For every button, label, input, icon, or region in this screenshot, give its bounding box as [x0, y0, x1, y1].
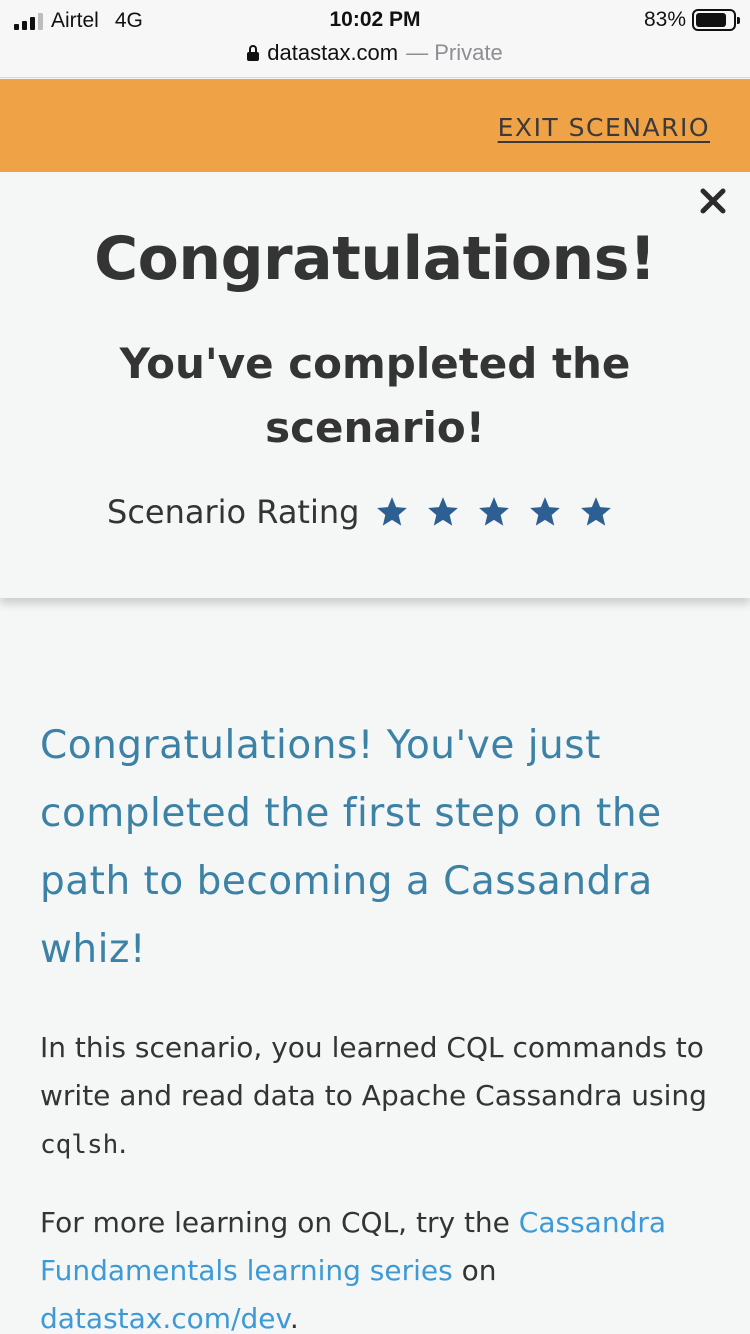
- more-learning-end: .: [289, 1302, 299, 1334]
- status-right: 83%: [643, 8, 740, 32]
- star-icon-2[interactable]: [426, 495, 460, 529]
- star-icon-3[interactable]: [477, 495, 511, 529]
- scenario-content: Congratulations! You've just completed t…: [40, 712, 710, 1334]
- modal-title: Congratulations!: [94, 224, 656, 294]
- summary-text: In this scenario, you learned CQL comman…: [40, 1031, 707, 1112]
- clock: 10:02 PM: [329, 8, 421, 31]
- datastax-dev-link[interactable]: datastax.com/dev: [40, 1302, 290, 1334]
- star-icon-1[interactable]: [375, 495, 409, 529]
- close-icon[interactable]: [696, 184, 730, 218]
- address-bar[interactable]: datastax.com — Private: [0, 40, 750, 66]
- battery-fill: [696, 13, 726, 27]
- battery-percent: 83%: [643, 8, 686, 31]
- scenario-header: EXIT SCENARIO: [0, 79, 750, 172]
- url-text: datastax.com: [267, 40, 399, 65]
- summary-paragraph: In this scenario, you learned CQL comman…: [40, 1024, 710, 1169]
- exit-scenario-link[interactable]: EXIT SCENARIO: [498, 113, 710, 142]
- completion-modal: Congratulations! You've completed the sc…: [0, 172, 750, 598]
- battery-icon: [692, 9, 740, 31]
- cqlsh-code: cqlsh: [40, 1130, 119, 1160]
- star-icon-4[interactable]: [528, 495, 562, 529]
- rating-stars: [375, 495, 613, 529]
- more-learning-mid: on: [452, 1254, 497, 1287]
- rating-label: Scenario Rating: [107, 493, 360, 531]
- summary-end: .: [118, 1127, 128, 1160]
- lock-icon: [247, 45, 260, 61]
- content-headline: Congratulations! You've just completed t…: [40, 723, 662, 972]
- private-label: — Private: [406, 40, 503, 65]
- rating-row: Scenario Rating: [107, 490, 613, 534]
- modal-subtitle: You've completed the scenario!: [119, 339, 631, 452]
- more-learning-paragraph: For more learning on CQL, try the Cassan…: [40, 1199, 710, 1334]
- status-bar: Airtel 4G 10:02 PM 83% datastax.com — Pr…: [0, 0, 750, 78]
- more-learning-text: For more learning on CQL, try the: [40, 1206, 519, 1239]
- star-icon-5[interactable]: [579, 495, 613, 529]
